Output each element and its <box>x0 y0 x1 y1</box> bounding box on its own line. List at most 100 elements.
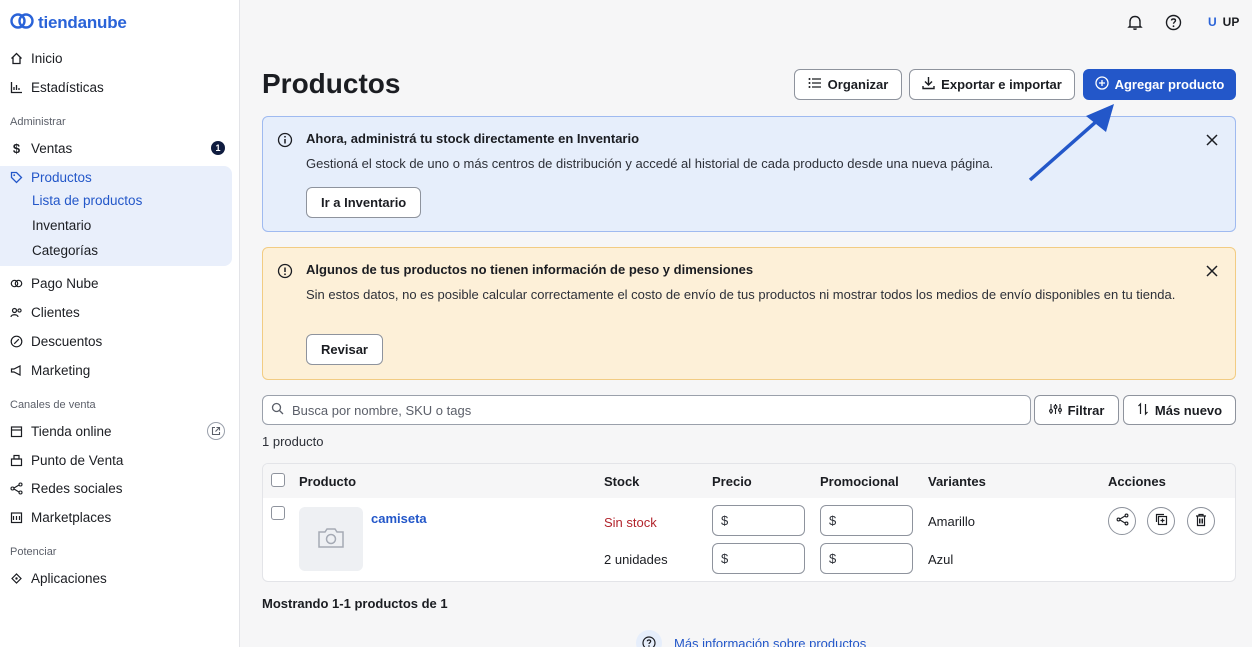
sidebar-item-label: Redes sociales <box>31 480 123 496</box>
user-menu[interactable]: U UP <box>1208 15 1239 29</box>
more-info-link-row[interactable]: Más información sobre productos <box>636 630 866 647</box>
variant-value: Azul <box>928 552 954 567</box>
price-input[interactable]: $ <box>712 505 805 536</box>
share-icon <box>1116 513 1129 529</box>
column-header[interactable]: Promocional <box>820 474 899 489</box>
share-icon <box>10 481 23 495</box>
product-thumbnail[interactable] <box>299 507 363 571</box>
home-icon <box>10 52 23 65</box>
filter-button[interactable]: Filtrar <box>1034 395 1119 425</box>
sidebar-item-ventas[interactable]: $ Ventas <box>10 138 225 158</box>
duplicate-icon <box>1155 513 1168 529</box>
duplicate-product-button[interactable] <box>1147 507 1175 535</box>
review-button[interactable]: Revisar <box>306 334 383 365</box>
select-all-checkbox[interactable] <box>271 473 285 487</box>
section-title-boost: Potenciar <box>10 546 57 558</box>
sidebar-subitem-inventario[interactable]: Inventario <box>32 218 91 233</box>
sidebar-item-redes-sociales[interactable]: Redes sociales <box>10 478 123 498</box>
products-table: Producto Stock Precio Promocional Varian… <box>262 463 1236 582</box>
sidebar-item-marketing[interactable]: Marketing <box>10 360 90 380</box>
marketplace-icon <box>10 511 23 524</box>
sidebar-item-aplicaciones[interactable]: Aplicaciones <box>10 568 107 588</box>
apps-icon <box>10 572 23 585</box>
close-icon[interactable] <box>1203 262 1221 280</box>
search-box[interactable] <box>262 395 1031 425</box>
sidebar-item-pago-nube[interactable]: Pago Nube <box>10 273 99 293</box>
organize-label: Organizar <box>827 77 889 92</box>
alert-text: Sin estos datos, no es posible calcular … <box>306 287 1176 302</box>
add-product-button[interactable]: Agregar producto <box>1083 69 1236 100</box>
alert-title: Algunos de tus productos no tienen infor… <box>306 262 754 277</box>
sidebar-item-tienda-online[interactable]: Tienda online <box>10 421 112 441</box>
section-title-admin: Administrar <box>10 116 66 128</box>
column-header[interactable]: Precio <box>712 474 752 489</box>
logo-icon <box>10 12 34 33</box>
search-input[interactable] <box>292 402 992 418</box>
help-icon <box>636 630 662 647</box>
brand-logo[interactable]: tiendanube <box>10 12 127 33</box>
camera-icon <box>316 526 346 553</box>
stock-value: 2 unidades <box>604 552 668 567</box>
sidebar-item-label: Productos <box>31 169 92 185</box>
ventas-badge: 1 <box>211 141 225 155</box>
sidebar-item-label: Tienda online <box>31 423 112 439</box>
sidebar-item-label: Marketing <box>31 362 91 378</box>
sidebar-item-label: Punto de Venta <box>31 452 124 468</box>
currency-symbol: $ <box>721 551 729 566</box>
sidebar-item-label: Inicio <box>31 50 63 66</box>
column-header: Acciones <box>1108 474 1166 489</box>
product-name-link[interactable]: camiseta <box>371 511 427 526</box>
sidebar-item-inicio[interactable]: Inicio <box>10 48 63 68</box>
row-checkbox[interactable] <box>271 506 285 520</box>
add-product-label: Agregar producto <box>1114 77 1225 92</box>
annotation-arrow-icon <box>1028 104 1114 182</box>
logo-text: tiendanube <box>38 12 127 32</box>
share-product-button[interactable] <box>1108 507 1136 535</box>
price-input[interactable]: $ <box>712 543 805 574</box>
delete-product-button[interactable] <box>1187 507 1215 535</box>
bell-icon[interactable] <box>1125 12 1145 32</box>
alert-title: Ahora, administrá tu stock directamente … <box>306 131 640 146</box>
sidebar-item-label: Estadísticas <box>31 79 104 95</box>
sidebar-item-clientes[interactable]: Clientes <box>10 302 80 322</box>
sidebar-item-label: Descuentos <box>31 333 103 349</box>
sidebar-subitem-categorias[interactable]: Categorías <box>32 243 98 258</box>
sort-button[interactable]: Más nuevo <box>1123 395 1236 425</box>
currency-symbol: $ <box>829 551 837 566</box>
list-icon <box>808 77 822 92</box>
sidebar-item-label: Pago Nube <box>31 275 99 291</box>
plus-circle-icon <box>1094 76 1109 93</box>
sidebar-item-productos[interactable]: Productos <box>10 167 92 187</box>
close-icon[interactable] <box>1203 131 1221 149</box>
column-header[interactable]: Stock <box>604 474 639 489</box>
page-title: Productos <box>262 68 401 99</box>
organize-button[interactable]: Organizar <box>794 69 902 100</box>
pos-icon <box>10 454 23 467</box>
search-icon <box>271 402 284 418</box>
more-info-link[interactable]: Más información sobre productos <box>674 636 866 647</box>
currency-symbol: $ <box>721 513 729 528</box>
discount-icon <box>10 335 23 348</box>
pagination-summary: Mostrando 1-1 productos de 1 <box>262 596 448 611</box>
sidebar-item-estadisticas[interactable]: Estadísticas <box>10 77 104 97</box>
filter-label: Filtrar <box>1067 402 1105 418</box>
sidebar-item-punto-de-venta[interactable]: Punto de Venta <box>10 450 123 470</box>
promo-price-input[interactable]: $ <box>820 505 913 536</box>
help-icon[interactable] <box>1163 12 1183 32</box>
promo-price-input[interactable]: $ <box>820 543 913 574</box>
sidebar-item-marketplaces[interactable]: Marketplaces <box>10 507 111 527</box>
info-icon <box>277 132 293 148</box>
tag-icon <box>10 171 23 184</box>
sliders-icon <box>1048 403 1062 418</box>
go-to-inventory-button[interactable]: Ir a Inventario <box>306 187 422 218</box>
sidebar-item-descuentos[interactable]: Descuentos <box>10 331 102 351</box>
user-name: UP <box>1222 15 1240 29</box>
column-header[interactable]: Producto <box>299 474 356 489</box>
currency-symbol: $ <box>829 513 837 528</box>
export-import-button[interactable]: Exportar e importar <box>909 69 1075 100</box>
sidebar-item-label: Clientes <box>31 304 80 320</box>
external-link-icon[interactable] <box>207 422 225 440</box>
sidebar-item-label: Marketplaces <box>31 509 112 525</box>
users-icon <box>10 306 23 319</box>
sidebar-subitem-lista[interactable]: Lista de productos <box>32 193 142 208</box>
